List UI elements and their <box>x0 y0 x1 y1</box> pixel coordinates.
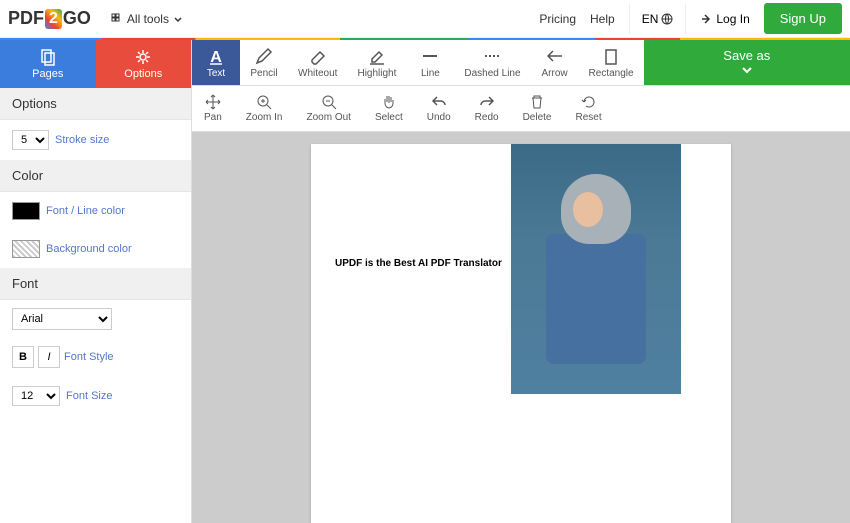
stroke-size-label: Stroke size <box>55 134 109 146</box>
tool-line[interactable]: Line <box>406 40 454 85</box>
pdf-page[interactable]: UPDF is the Best AI PDF Translator <box>311 144 731 523</box>
gear-icon <box>134 48 152 66</box>
tab-options-label: Options <box>124 68 162 80</box>
font-style-label: Font Style <box>64 351 114 363</box>
tab-options[interactable]: Options <box>96 40 192 88</box>
font-color-swatch[interactable] <box>12 202 40 220</box>
tool-pan[interactable]: Pan <box>192 90 234 127</box>
tool-zoom-in[interactable]: Zoom In <box>234 90 295 127</box>
document-text: UPDF is the Best AI PDF Translator <box>335 258 502 269</box>
tool-redo[interactable]: Redo <box>463 90 511 127</box>
canvas[interactable]: UPDF is the Best AI PDF Translator <box>192 132 850 523</box>
rectangle-icon <box>601 46 621 66</box>
color-heading: Color <box>0 160 191 192</box>
all-tools-label: All tools <box>127 12 169 26</box>
login-button[interactable]: Log In <box>700 12 749 26</box>
tool-reset[interactable]: Reset <box>563 90 613 127</box>
globe-icon <box>661 13 673 25</box>
tool-dashed-line[interactable]: Dashed Line <box>454 40 530 85</box>
text-icon: A <box>206 46 226 66</box>
content-area: A Text Pencil Whiteout Highlight Line <box>192 40 850 523</box>
grid-icon <box>111 13 123 25</box>
line-icon <box>420 46 440 66</box>
arrow-icon <box>545 46 565 66</box>
login-label: Log In <box>716 12 749 26</box>
main-toolbar: A Text Pencil Whiteout Highlight Line <box>192 40 850 86</box>
help-link[interactable]: Help <box>590 12 615 26</box>
tab-pages[interactable]: Pages <box>0 40 96 88</box>
reset-icon <box>581 94 597 110</box>
language-selector[interactable]: EN <box>629 4 687 34</box>
select-icon <box>381 94 397 110</box>
bg-color-label: Background color <box>46 243 132 255</box>
stroke-size-select[interactable]: 5 <box>12 130 49 150</box>
highlight-icon <box>367 46 387 66</box>
chevron-down-icon <box>173 14 183 24</box>
person-illustration <box>541 174 651 384</box>
bold-button[interactable]: B <box>12 346 34 368</box>
tool-highlight[interactable]: Highlight <box>347 40 406 85</box>
font-heading: Font <box>0 268 191 300</box>
options-heading: Options <box>0 88 191 120</box>
document-image <box>511 144 681 394</box>
dashed-line-icon <box>482 46 502 66</box>
italic-button[interactable]: I <box>38 346 60 368</box>
save-as-button[interactable]: Save as <box>644 40 850 85</box>
font-color-label: Font / Line color <box>46 205 125 217</box>
tool-undo[interactable]: Undo <box>415 90 463 127</box>
login-icon <box>700 13 712 25</box>
font-size-label: Font Size <box>66 390 112 402</box>
top-header: PDF2GO All tools Pricing Help EN Log In … <box>0 0 850 38</box>
tab-pages-label: Pages <box>32 68 63 80</box>
zoom-out-icon <box>321 94 337 110</box>
redo-icon <box>479 94 495 110</box>
tool-whiteout[interactable]: Whiteout <box>288 40 347 85</box>
chevron-down-icon <box>740 63 754 77</box>
tool-rectangle[interactable]: Rectangle <box>579 40 644 85</box>
signup-button[interactable]: Sign Up <box>764 3 842 34</box>
save-as-label: Save as <box>723 48 770 63</box>
bg-color-swatch[interactable] <box>12 240 40 258</box>
tool-text[interactable]: A Text <box>192 40 240 85</box>
pan-icon <box>205 94 221 110</box>
tool-delete[interactable]: Delete <box>511 90 564 127</box>
tool-pencil[interactable]: Pencil <box>240 40 288 85</box>
trash-icon <box>529 94 545 110</box>
lang-label: EN <box>642 12 659 26</box>
font-size-select[interactable]: 12 <box>12 386 60 406</box>
pricing-link[interactable]: Pricing <box>539 12 576 26</box>
tool-select[interactable]: Select <box>363 90 415 127</box>
secondary-toolbar: Pan Zoom In Zoom Out Select Undo Redo <box>192 86 850 132</box>
eraser-icon <box>308 46 328 66</box>
undo-icon <box>431 94 447 110</box>
pages-icon <box>39 48 57 66</box>
sidebar: Pages Options Options 5 Stroke size Colo… <box>0 40 192 523</box>
all-tools-dropdown[interactable]: All tools <box>103 8 195 30</box>
tool-zoom-out[interactable]: Zoom Out <box>294 90 362 127</box>
font-family-select[interactable]: Arial <box>12 308 112 330</box>
tool-arrow[interactable]: Arrow <box>531 40 579 85</box>
pencil-icon <box>254 46 274 66</box>
logo[interactable]: PDF2GO <box>8 8 91 29</box>
zoom-in-icon <box>256 94 272 110</box>
